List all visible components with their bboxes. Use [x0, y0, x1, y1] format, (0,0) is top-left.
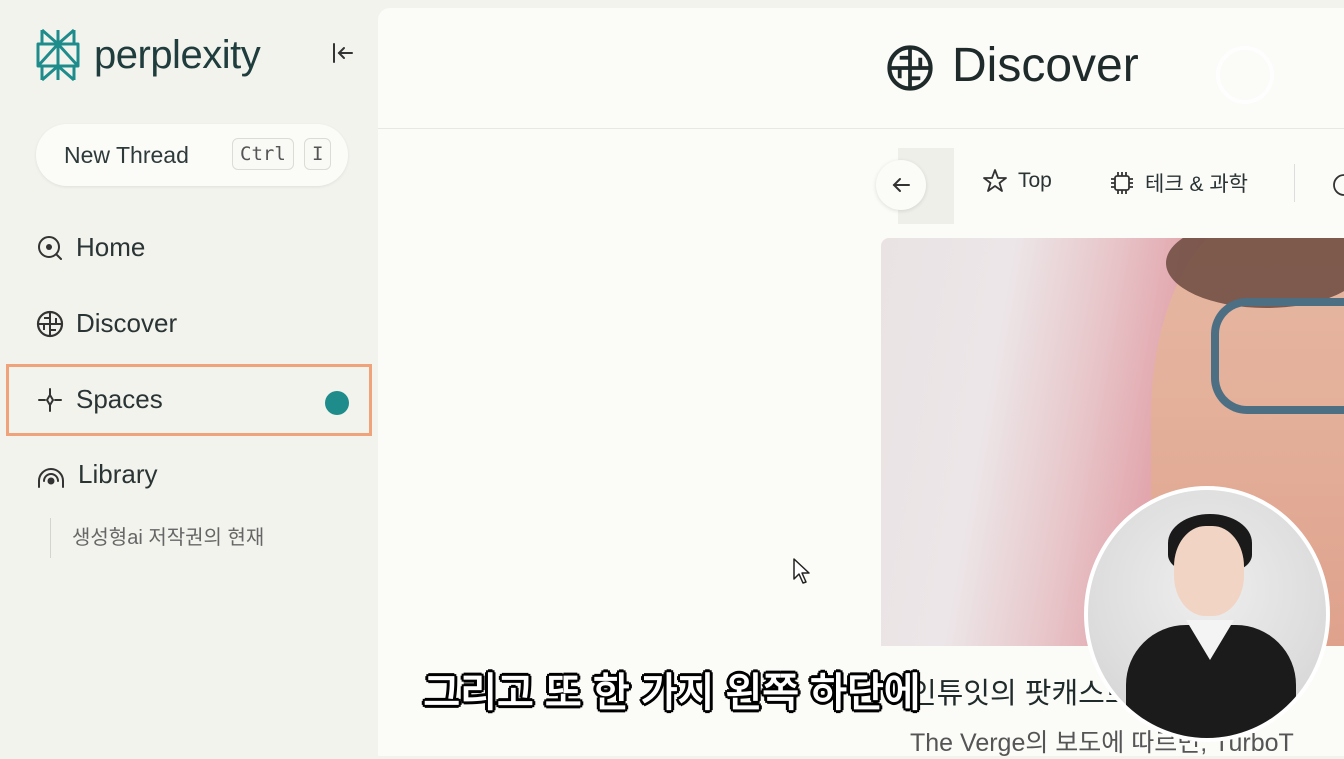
new-thread-button[interactable]: New Thread Ctrl I: [36, 124, 348, 186]
new-thread-label: New Thread: [64, 141, 189, 168]
sidebar-item-discover[interactable]: Discover: [36, 308, 177, 339]
discover-icon: [36, 310, 64, 337]
library-tree-line: [50, 518, 51, 558]
page-header: Discover: [378, 8, 1344, 129]
mouse-cursor-icon: [793, 558, 810, 584]
discover-title-icon: [887, 45, 933, 91]
tab-tech-science[interactable]: 테크 & 과학: [1109, 168, 1248, 198]
library-thread-item[interactable]: 생성형ai 저작권의 현재: [72, 521, 264, 550]
sidebar-item-label: Discover: [76, 308, 178, 338]
presenter-face: [1174, 526, 1244, 616]
perplexity-logo-icon: [36, 28, 80, 82]
sidebar-item-home[interactable]: Home: [36, 232, 145, 263]
notification-dot: [325, 391, 349, 415]
collapse-icon: [333, 43, 353, 63]
scroll-back-button[interactable]: [876, 160, 926, 210]
sidebar-item-label: Home: [76, 232, 146, 262]
chip-icon: [1111, 172, 1133, 194]
tab-divider: [1294, 164, 1295, 202]
video-caption: 그리고 또 한 가지 왼쪽 하단에: [423, 671, 921, 715]
tab-label: Top: [1018, 169, 1052, 192]
brand-logo[interactable]: perplexity: [34, 28, 261, 82]
spaces-icon: [38, 387, 62, 412]
home-icon: [38, 235, 62, 260]
channel-watermark-icon: [1216, 46, 1274, 104]
shortcut-key-ctrl: Ctrl: [232, 138, 294, 170]
partial-tab-icon[interactable]: [1332, 172, 1344, 198]
sidebar-item-spaces[interactable]: Spaces: [36, 384, 163, 415]
sidebar-item-label: Spaces: [76, 384, 163, 414]
sidebar-item-label: Library: [78, 459, 158, 489]
sidebar: perplexity New Thread Ctrl I Home Discov…: [0, 0, 378, 756]
tab-top[interactable]: Top: [982, 168, 1052, 194]
hero-image-glasses: [1211, 298, 1344, 414]
star-icon: [983, 169, 1007, 192]
tab-label: 테크 & 과학: [1145, 173, 1248, 196]
brand-name: perplexity: [94, 32, 261, 77]
arrow-left-icon: [892, 178, 910, 192]
library-icon: [38, 467, 64, 488]
collapse-sidebar-button[interactable]: [330, 40, 356, 66]
sidebar-item-library[interactable]: Library: [36, 459, 157, 490]
page-title: Discover: [952, 39, 1139, 92]
shortcut-key-i: I: [304, 138, 332, 170]
